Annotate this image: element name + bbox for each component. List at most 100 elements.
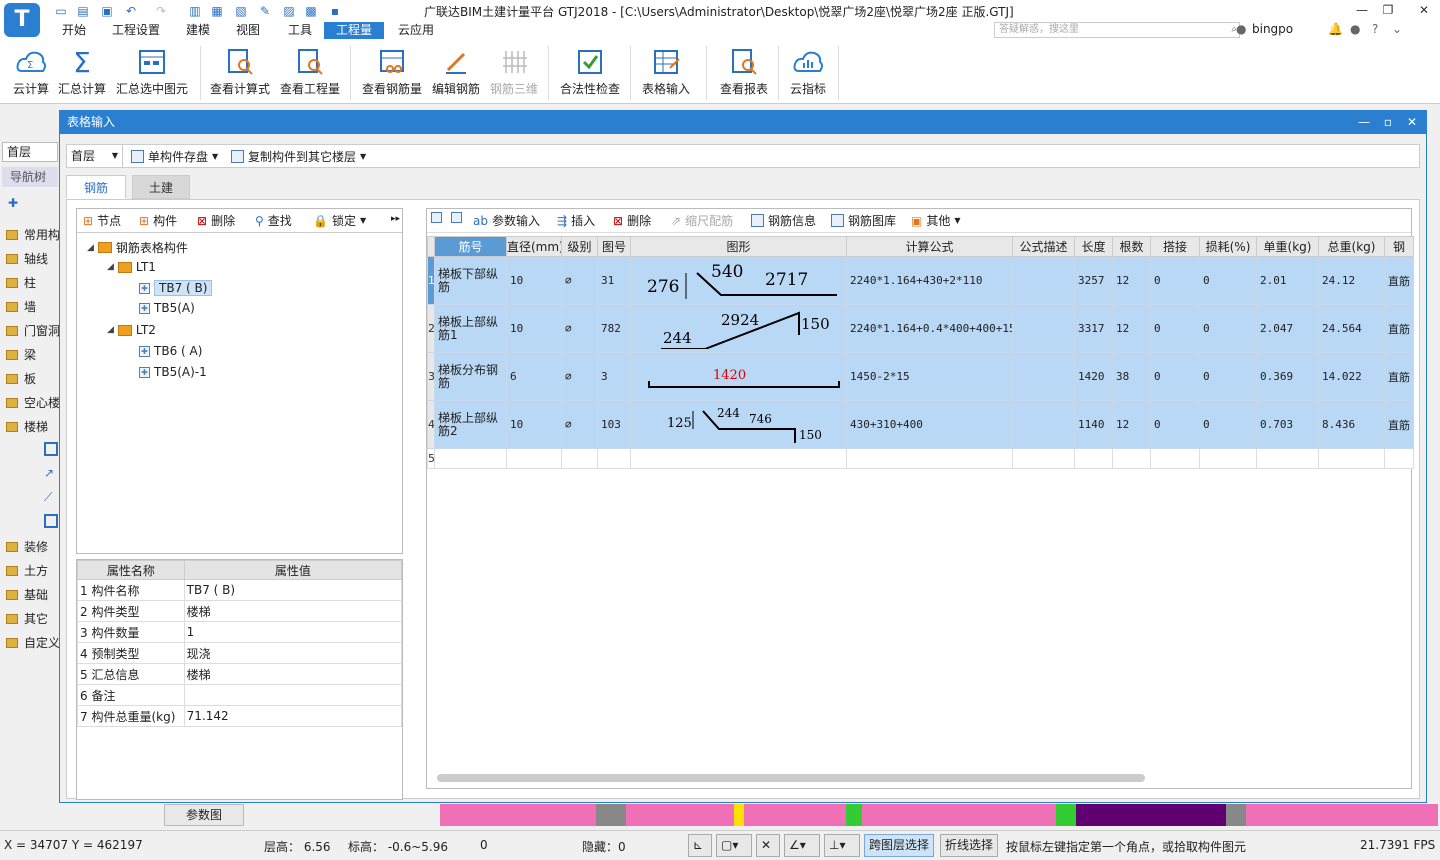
prop-value[interactable]: 楼梯	[183, 600, 403, 622]
stairs-sub-icon-3[interactable]: ⟋	[44, 490, 58, 504]
cell-extra[interactable]: 直筋	[1384, 304, 1414, 353]
sum-selected-button[interactable]: 汇总选中图元	[114, 42, 190, 102]
cell-length[interactable]: 3317	[1074, 304, 1113, 353]
save-component-button[interactable]: 单构件存盘 ▼	[131, 148, 218, 165]
cell-shape[interactable]: 125 244 746 150	[630, 400, 847, 449]
prop-row[interactable]: 3 构件数量 1	[77, 621, 403, 643]
cell-lap[interactable]: 0	[1150, 256, 1200, 305]
empty-cell[interactable]	[1199, 448, 1257, 469]
header-grade[interactable]: 级别	[561, 236, 598, 257]
add-component-button[interactable]: ⊞ 构件	[139, 212, 177, 229]
nav-item-axis[interactable]: 轴线	[6, 250, 48, 267]
offset-icon[interactable]: ⊥▾	[824, 834, 860, 857]
cell-count[interactable]: 12	[1112, 256, 1151, 305]
stairs-sub-icon-4[interactable]	[44, 514, 58, 528]
nav-item-earthwork[interactable]: 土方	[6, 562, 48, 579]
prop-value[interactable]: 71.142	[183, 705, 403, 727]
cloud-index-button[interactable]: 云指标	[786, 42, 830, 102]
grid-delete-button[interactable]: ⊠ 删除	[613, 212, 651, 229]
cloud-calc-button[interactable]: Σ 云计算	[8, 42, 54, 102]
redo-icon[interactable]: ↷	[152, 2, 170, 20]
row-number[interactable]: 5	[427, 448, 435, 469]
tree-item-tb6[interactable]: ✚ TB6 ( A)	[139, 344, 202, 358]
view-report-button[interactable]: 查看报表	[716, 42, 772, 102]
chat-icon[interactable]: ●	[1350, 22, 1360, 36]
lock-button[interactable]: 🔒 锁定 ▼	[313, 212, 366, 229]
param-diagram-tab[interactable]: 参数图	[164, 804, 244, 826]
rebar-3d-button[interactable]: 钢筋三维	[488, 42, 540, 102]
cell-grade[interactable]: ⌀	[561, 352, 598, 401]
tab-rebar[interactable]: 钢筋	[66, 175, 126, 199]
tree-group-lt2[interactable]: ◢ LT2	[107, 323, 156, 337]
empty-cell[interactable]	[434, 448, 507, 469]
search-input[interactable]: 答疑解惑，搜这里 ⌕	[994, 22, 1240, 38]
cross-snap-icon[interactable]: ✕	[756, 834, 780, 857]
cell-diameter[interactable]: 10	[506, 256, 562, 305]
user-icon[interactable]: ●	[1236, 22, 1246, 36]
cell-formula-desc[interactable]	[1012, 352, 1075, 401]
prop-row[interactable]: 6 备注	[77, 684, 403, 706]
row-number[interactable]: 4	[427, 400, 435, 449]
empty-cell[interactable]	[1384, 448, 1414, 469]
menu-project-settings[interactable]: 工程设置	[108, 22, 164, 39]
cross-layer-select-button[interactable]: 跨图层选择	[864, 834, 935, 857]
quick-icon-3[interactable]: ▧	[232, 2, 250, 20]
quick-icon-1[interactable]: ▥	[186, 2, 204, 20]
move-up-icon[interactable]	[431, 212, 442, 223]
cell-total-weight[interactable]: 24.12	[1318, 256, 1385, 305]
close-icon[interactable]: ✕	[1412, 1, 1436, 19]
stairs-sub-icon-1[interactable]	[44, 442, 58, 456]
nav-item-wall[interactable]: 墙	[6, 298, 36, 315]
prop-value[interactable]	[183, 684, 403, 706]
table-row[interactable]: 4 梯板上部纵筋2 10 ⌀ 103 125 244 746 150 430+3…	[427, 400, 1414, 449]
view-rebar-button[interactable]: 查看钢筋量	[360, 42, 424, 102]
cell-shape[interactable]: 1420	[630, 352, 847, 401]
move-down-icon[interactable]	[451, 212, 462, 223]
cell-formula[interactable]: 430+310+400	[846, 400, 1013, 449]
cell-total-weight[interactable]: 24.564	[1318, 304, 1385, 353]
dialog-floor-select[interactable]: 首层 ▼	[67, 145, 123, 167]
empty-cell[interactable]	[1074, 448, 1113, 469]
cell-unit-weight[interactable]: 2.01	[1256, 256, 1319, 305]
cell-count[interactable]: 12	[1112, 304, 1151, 353]
menu-start[interactable]: 开始	[58, 22, 90, 39]
header-bar-no[interactable]: 筋号	[434, 236, 507, 257]
empty-cell[interactable]	[506, 448, 562, 469]
cell-shape[interactable]: 244 2924 150	[630, 304, 847, 353]
cell-extra[interactable]: 直筋	[1384, 400, 1414, 449]
tree-item-tb5a[interactable]: ✚ TB5(A)	[139, 301, 195, 315]
row-number[interactable]: 3	[427, 352, 435, 401]
user-name[interactable]: bingpo	[1252, 22, 1293, 36]
help-icon[interactable]: ?	[1372, 22, 1378, 36]
cell-unit-weight[interactable]: 0.369	[1256, 352, 1319, 401]
cell-length[interactable]: 3257	[1074, 256, 1113, 305]
stairs-sub-icon-2[interactable]: ↗	[44, 466, 58, 480]
table-row-empty[interactable]: 5	[427, 448, 1414, 469]
tree-group-lt1[interactable]: ◢ LT1	[107, 260, 156, 274]
empty-cell[interactable]	[1112, 448, 1151, 469]
sum-calc-button[interactable]: Σ 汇总计算	[56, 42, 108, 102]
app-logo[interactable]: T	[4, 3, 40, 37]
nav-item-openings[interactable]: 门窗洞	[6, 322, 60, 339]
cell-figure-no[interactable]: 103	[597, 400, 631, 449]
polyline-select-button[interactable]: 折线选择	[940, 834, 999, 857]
cell-lap[interactable]: 0	[1150, 400, 1200, 449]
empty-cell[interactable]	[1012, 448, 1075, 469]
header-lap[interactable]: 搭接	[1150, 236, 1200, 257]
new-file-icon[interactable]: ▭	[52, 2, 70, 20]
angle-icon[interactable]: ∠▾	[784, 834, 820, 857]
param-input-button[interactable]: ab 参数输入	[473, 212, 540, 229]
table-input-button[interactable]: 表格输入	[638, 42, 694, 102]
expand-arrow-icon[interactable]: ▸▸	[391, 214, 400, 224]
quick-icon-7[interactable]: ▪	[326, 2, 344, 20]
cell-length[interactable]: 1420	[1074, 352, 1113, 401]
quick-icon-5[interactable]: ▨	[280, 2, 298, 20]
cell-loss[interactable]: 0	[1199, 304, 1257, 353]
other-button[interactable]: ▣ 其他 ▼	[911, 212, 961, 229]
menu-cloud[interactable]: 云应用	[394, 22, 438, 39]
cell-length[interactable]: 1140	[1074, 400, 1113, 449]
nav-item-custom[interactable]: 自定义	[6, 634, 60, 651]
prop-row[interactable]: 5 汇总信息 楼梯	[77, 663, 403, 685]
copy-to-floor-button[interactable]: 复制构件到其它楼层 ▼	[231, 148, 366, 165]
cell-formula[interactable]: 1450-2*15	[846, 352, 1013, 401]
